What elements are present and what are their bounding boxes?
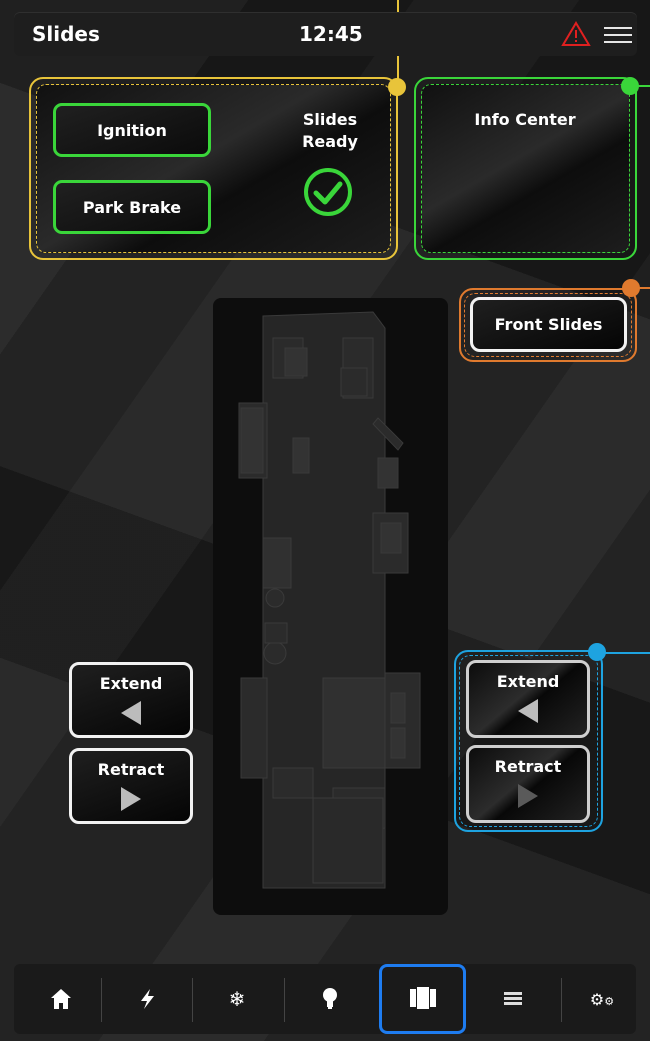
page-title: Slides	[32, 22, 100, 46]
header-bar: Slides 12:45	[14, 12, 637, 56]
left-extend-label: Extend	[99, 674, 163, 693]
arrow-left-icon	[121, 701, 141, 725]
nav-lighting[interactable]	[295, 964, 365, 1034]
right-retract-label: Retract	[494, 757, 562, 776]
nav-info[interactable]	[478, 964, 548, 1034]
floorplan-drawing	[238, 311, 421, 889]
arrow-right-icon	[121, 787, 141, 811]
rv-floorplan	[213, 298, 448, 915]
clock: 12:45	[299, 22, 363, 46]
slides-ready-line1: Slides	[302, 110, 358, 129]
nav-separator	[561, 978, 562, 1022]
slides-ready-line2: Ready	[302, 132, 358, 151]
nav-climate[interactable]: ❄	[202, 964, 272, 1034]
slides-ready-label: Slides Ready	[270, 109, 390, 153]
arrow-left-icon	[518, 699, 538, 723]
hamburger-menu-icon[interactable]	[604, 22, 632, 46]
warning-icon[interactable]	[561, 21, 591, 47]
right-extend-button[interactable]: Extend	[466, 660, 590, 738]
gears-icon: ⚙⚙	[589, 989, 615, 1009]
home-icon	[51, 989, 71, 1009]
arrow-right-icon	[518, 784, 538, 808]
nav-settings[interactable]: ⚙⚙	[567, 964, 637, 1034]
park-brake-indicator[interactable]: Park Brake	[53, 180, 211, 234]
ready-callout-dot	[388, 78, 406, 96]
left-extend-button[interactable]: Extend	[69, 662, 193, 738]
right-extend-label: Extend	[496, 672, 560, 691]
nav-slides[interactable]	[379, 964, 466, 1034]
info-callout-dot	[621, 77, 639, 95]
left-retract-button[interactable]: Retract	[69, 748, 193, 824]
slides-icon	[409, 987, 436, 1009]
list-icon	[504, 992, 522, 1005]
front-slides-button[interactable]: Front Slides	[470, 297, 627, 352]
nav-separator	[284, 978, 285, 1022]
left-retract-label: Retract	[97, 760, 165, 779]
right-retract-button[interactable]: Retract	[466, 745, 590, 823]
nav-separator	[192, 978, 193, 1022]
nav-power[interactable]	[112, 964, 182, 1034]
bottom-nav-bar: ❄ ⚙⚙	[14, 964, 636, 1034]
check-circle-icon	[304, 168, 352, 216]
lightbulb-icon	[323, 988, 337, 1009]
snowflake-icon: ❄	[228, 987, 246, 1011]
nav-home[interactable]	[26, 964, 96, 1034]
front-slides-callout-dot	[622, 279, 640, 297]
info-center-title: Info Center	[474, 110, 576, 129]
nav-separator	[101, 978, 102, 1022]
lightning-icon	[141, 989, 154, 1009]
ignition-indicator[interactable]: Ignition	[53, 103, 211, 157]
slide-controls-callout-dot	[588, 643, 606, 661]
